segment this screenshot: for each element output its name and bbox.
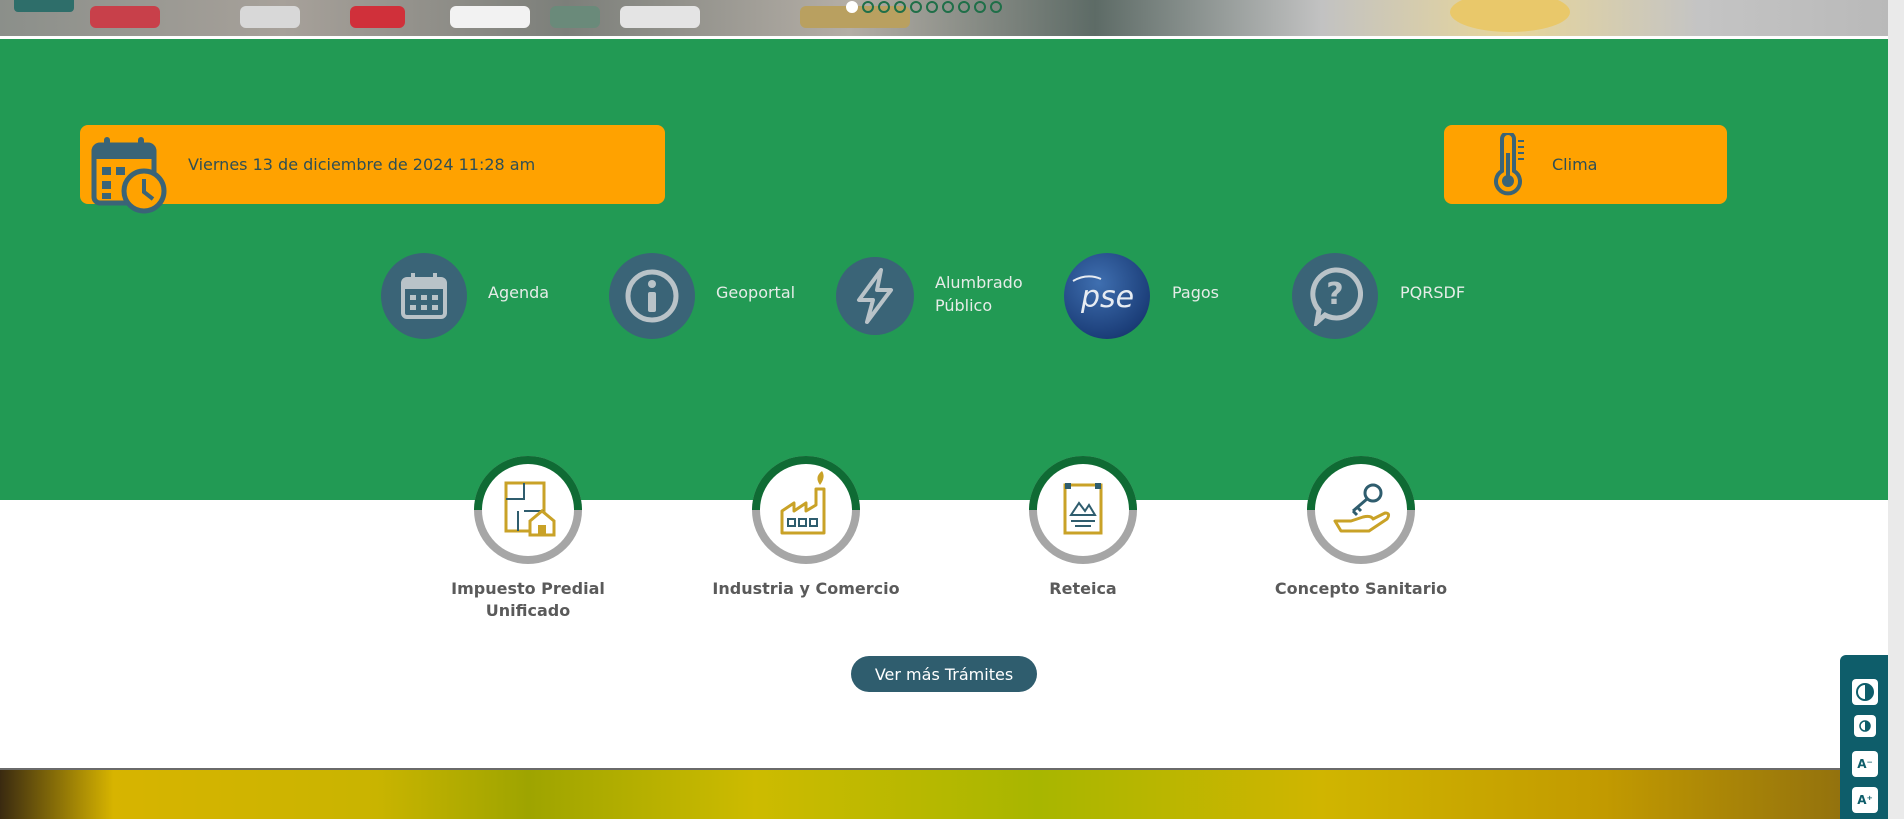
label-line: Impuesto Predial xyxy=(451,579,605,598)
slider-dot[interactable] xyxy=(862,1,874,13)
slider-dot[interactable] xyxy=(846,1,858,13)
label-line: Público xyxy=(935,296,993,315)
slider-dot[interactable] xyxy=(894,1,906,13)
thermometer-icon xyxy=(1488,131,1528,197)
quick-link-label: Pagos xyxy=(1172,283,1220,302)
label-line: Alumbrado xyxy=(935,273,1023,292)
poster-icon xyxy=(1023,455,1143,570)
pse-logo: pse xyxy=(1064,253,1150,339)
tramite-label: Reteica xyxy=(1049,579,1117,598)
slider-dots[interactable] xyxy=(846,1,1002,17)
quick-link-label: PQRSDF xyxy=(1400,283,1466,302)
decrease-font-icon[interactable]: A⁻ xyxy=(1852,751,1878,777)
ver-mas-tramites-button[interactable]: Ver más Trámites xyxy=(851,656,1037,692)
clima-card[interactable]: Clima xyxy=(1444,125,1727,204)
tramite-label: Concepto Sanitario xyxy=(1274,579,1448,598)
scrollbar[interactable] xyxy=(1888,0,1904,819)
banner-tab xyxy=(14,0,74,12)
slider-dot[interactable] xyxy=(878,1,890,13)
tramite-label: Industria y Comercio xyxy=(712,579,900,598)
tramite-label: Impuesto Predial Unificado xyxy=(413,578,643,622)
slider-dot[interactable] xyxy=(974,1,986,13)
clima-label: Clima xyxy=(1552,155,1598,174)
quick-access-section: Viernes 13 de diciembre de 2024 11:28 am… xyxy=(0,39,1888,500)
quick-link-label: Alumbrado Público xyxy=(935,271,1023,317)
slider-dot[interactable] xyxy=(990,1,1002,13)
quick-link-label: Agenda xyxy=(488,283,550,302)
slider-dot[interactable] xyxy=(926,1,938,13)
svg-text:pse: pse xyxy=(1080,280,1134,315)
factory-icon xyxy=(746,455,866,570)
calendar-clock-icon xyxy=(90,135,170,215)
slider-dot[interactable] xyxy=(958,1,970,13)
info-icon xyxy=(609,253,695,339)
svg-text:?: ? xyxy=(1326,277,1343,312)
date-text: Viernes 13 de diciembre de 2024 11:28 am xyxy=(188,155,536,174)
increase-font-icon[interactable]: A⁺ xyxy=(1852,787,1878,813)
quick-link-label: Geoportal xyxy=(716,283,796,302)
hand-key-icon xyxy=(1301,455,1421,570)
house-plan-icon xyxy=(468,455,588,570)
date-card: Viernes 13 de diciembre de 2024 11:28 am xyxy=(80,125,665,214)
lightning-icon xyxy=(836,257,914,335)
bottom-banner-image xyxy=(0,770,1888,819)
accessibility-toolbar: A⁻ A⁺ xyxy=(1840,655,1888,819)
label-line: Unificado xyxy=(485,601,571,620)
slider-dot[interactable] xyxy=(910,1,922,13)
dark-mode-icon[interactable] xyxy=(1854,715,1876,737)
question-bubble-icon: ? xyxy=(1292,253,1378,339)
calendar-icon xyxy=(381,253,467,339)
slider-dot[interactable] xyxy=(942,1,954,13)
contrast-icon[interactable] xyxy=(1852,679,1878,705)
